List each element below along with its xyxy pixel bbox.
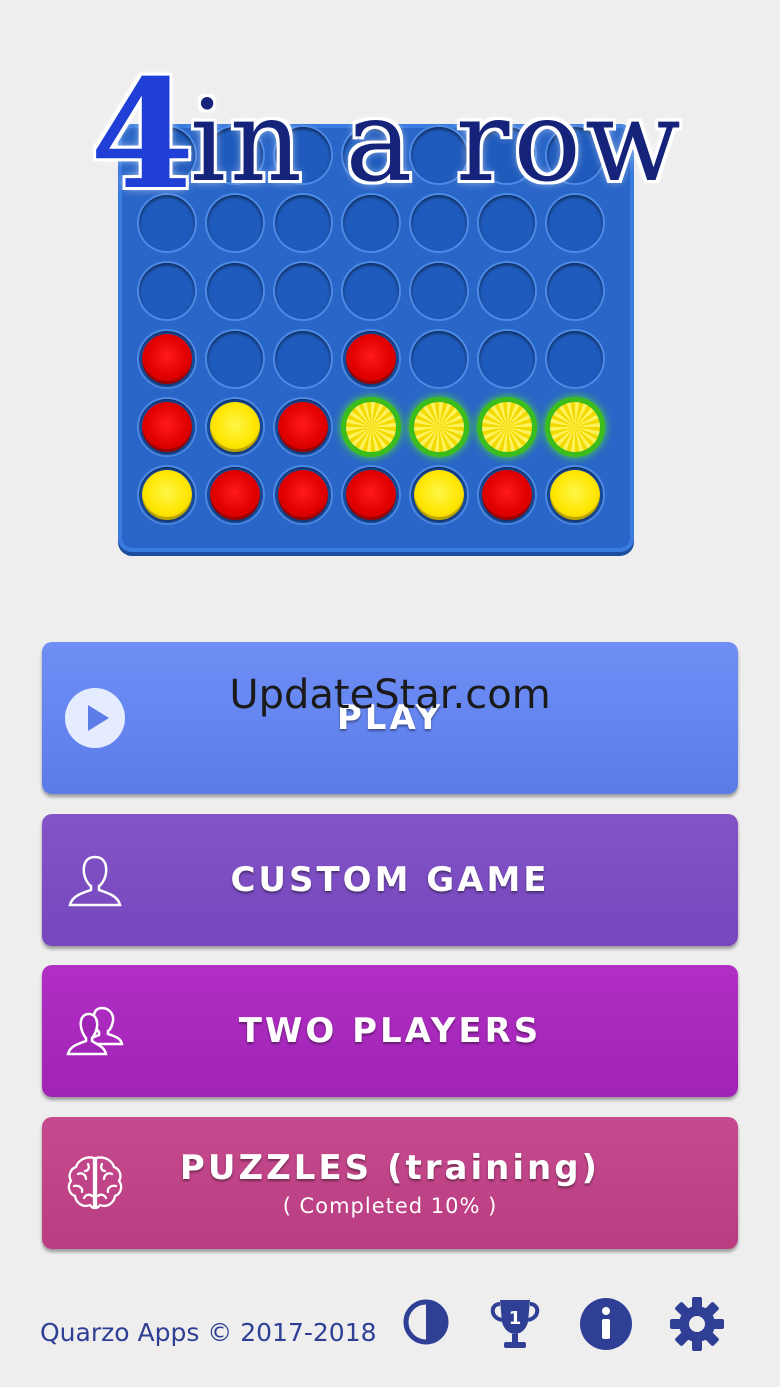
logo-words: in a row: [190, 77, 685, 207]
board-cell: [479, 467, 535, 523]
trophy-number: 1: [509, 1308, 522, 1329]
winning-disc: [414, 402, 464, 452]
board-cell: [207, 467, 263, 523]
board-cell: [275, 331, 331, 387]
red-disc: [346, 334, 396, 384]
yellow-disc: [414, 470, 464, 520]
board-cell: [207, 331, 263, 387]
board-cell: [479, 331, 535, 387]
winning-disc: [346, 402, 396, 452]
board-cell: [207, 263, 263, 319]
board-cell: [139, 331, 195, 387]
board-cell: [547, 331, 603, 387]
user-silhouette-icon: [68, 855, 122, 907]
board-cell: [343, 263, 399, 319]
board-cell: [139, 263, 195, 319]
two-users-icon: [66, 1006, 124, 1056]
board-cell: [411, 263, 467, 319]
brain-icon: [67, 1156, 123, 1210]
board-cell: [479, 399, 535, 455]
board-cell: [275, 467, 331, 523]
board-cell: [275, 399, 331, 455]
trophy-icon[interactable]: 1: [486, 1294, 544, 1354]
winning-disc: [482, 402, 532, 452]
board-cell: [479, 263, 535, 319]
board-cell: [547, 399, 603, 455]
board-cell: [343, 399, 399, 455]
two-players-button[interactable]: TWO PLAYERS: [42, 965, 738, 1097]
custom-game-button[interactable]: CUSTOM GAME: [42, 814, 738, 946]
board-cell: [547, 467, 603, 523]
winning-disc: [550, 402, 600, 452]
red-disc: [346, 470, 396, 520]
board-cell: [411, 467, 467, 523]
custom-game-label: CUSTOM GAME: [230, 860, 550, 900]
red-disc: [210, 470, 260, 520]
watermark-text: UpdateStar.com: [229, 672, 551, 718]
red-disc: [278, 470, 328, 520]
yellow-disc: [210, 402, 260, 452]
game-logo: 4 in a row: [40, 60, 740, 210]
gear-icon[interactable]: [668, 1294, 726, 1354]
board-cell: [411, 331, 467, 387]
board-cell: [275, 263, 331, 319]
red-disc: [142, 334, 192, 384]
puzzles-label: PUZZLES (training): [179, 1148, 601, 1188]
play-button[interactable]: PLAY: [42, 642, 738, 794]
puzzles-button[interactable]: PUZZLES (training) ( Completed 10% ): [42, 1117, 738, 1249]
board-cell: [343, 467, 399, 523]
info-icon[interactable]: [578, 1294, 636, 1354]
developer-credit: Quarzo Apps © 2017-2018: [40, 1318, 377, 1347]
red-disc: [278, 402, 328, 452]
board-cell: [343, 331, 399, 387]
board-cell: [207, 399, 263, 455]
yellow-disc: [550, 470, 600, 520]
board-cell: [139, 399, 195, 455]
contrast-icon[interactable]: [400, 1294, 458, 1354]
board-cell: [139, 467, 195, 523]
board-cell: [547, 263, 603, 319]
red-disc: [142, 402, 192, 452]
red-disc: [482, 470, 532, 520]
board-cell: [411, 399, 467, 455]
logo-digit: 4: [90, 47, 195, 223]
yellow-disc: [142, 470, 192, 520]
puzzles-progress: ( Completed 10% ): [282, 1194, 498, 1218]
two-players-label: TWO PLAYERS: [238, 1011, 542, 1051]
